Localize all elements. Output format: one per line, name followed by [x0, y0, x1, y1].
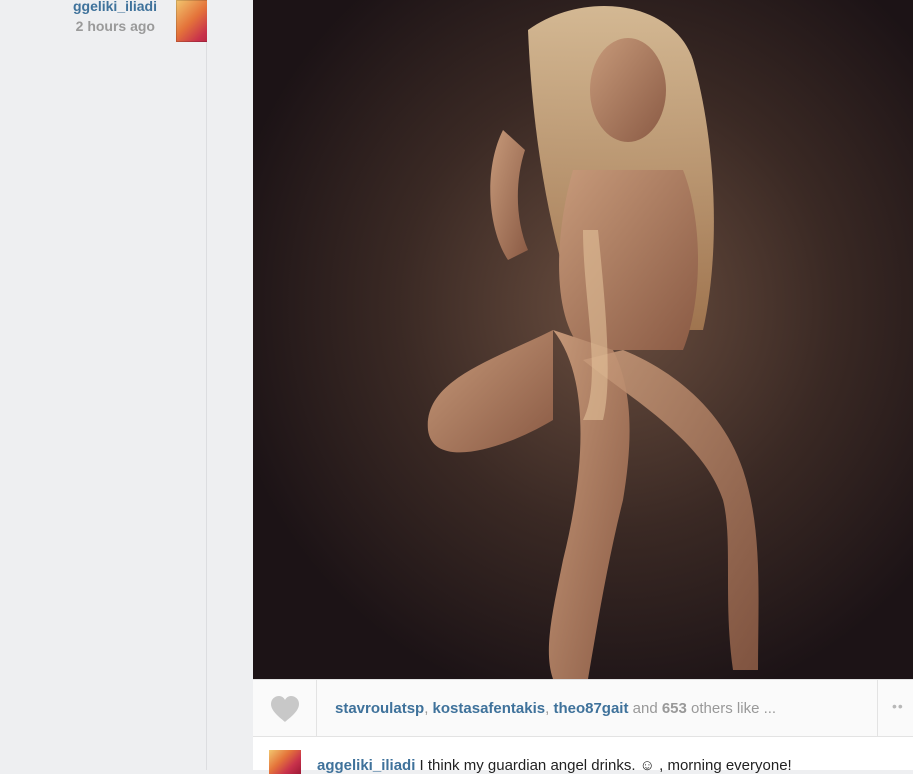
- post-timestamp[interactable]: 2 hours ago: [76, 18, 155, 34]
- caption-text: I think my guardian angel drinks. ☺ , mo…: [415, 757, 792, 774]
- post-author: ggeliki_iliadi 2 hours ago: [55, 0, 229, 45]
- liker-1[interactable]: stavroulatsp: [335, 700, 424, 717]
- more-options-button[interactable]: ••: [877, 680, 913, 736]
- like-bar: stavroulatsp, kostasafentakis, theo87gai…: [253, 679, 913, 737]
- liker-separator-1: ,: [424, 700, 433, 717]
- likers-suffix[interactable]: others like ...: [687, 700, 776, 717]
- likers-and: and: [628, 700, 662, 717]
- author-username[interactable]: ggeliki_iliadi: [25, 0, 157, 14]
- more-dots-icon: ••: [892, 698, 904, 714]
- caption-username[interactable]: aggeliki_iliadi: [317, 757, 415, 774]
- liker-3[interactable]: theo87gait: [553, 700, 628, 717]
- caption-avatar[interactable]: [269, 750, 301, 774]
- heart-icon: [271, 696, 299, 722]
- spacer: [207, 0, 253, 770]
- liker-2[interactable]: kostasafentakis: [433, 700, 546, 717]
- photo-illustration: [253, 0, 913, 679]
- likers-summary: stavroulatsp, kostasafentakis, theo87gai…: [335, 700, 776, 717]
- likes-count[interactable]: 653: [662, 700, 687, 717]
- caption-row: aggeliki_iliadi I think my guardian ange…: [253, 737, 913, 774]
- post-photo[interactable]: [253, 0, 913, 679]
- left-column: ggeliki_iliadi 2 hours ago: [0, 0, 229, 770]
- caption: aggeliki_iliadi I think my guardian ange…: [317, 757, 792, 774]
- like-button[interactable]: [253, 680, 317, 736]
